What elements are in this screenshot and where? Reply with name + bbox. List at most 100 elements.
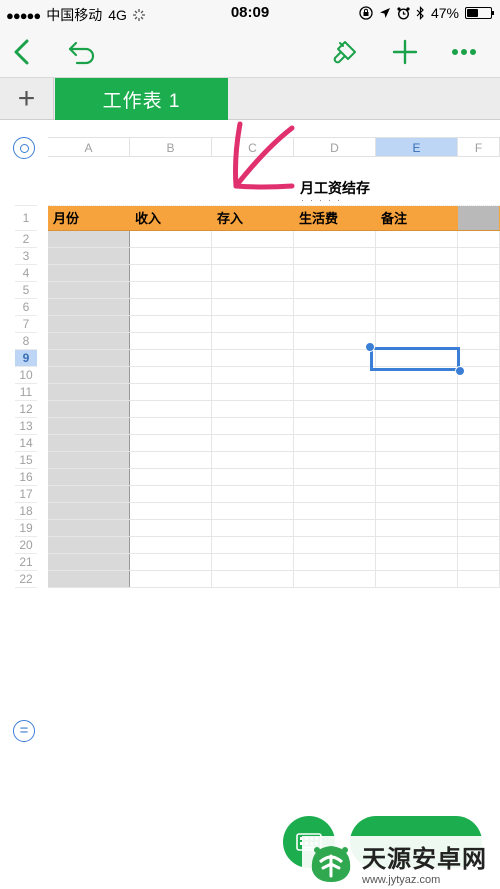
table-cell[interactable]	[48, 452, 130, 468]
table-cell[interactable]	[130, 435, 212, 451]
table-cell[interactable]	[376, 231, 458, 247]
row-header[interactable]: 16	[15, 469, 37, 486]
table-cell[interactable]	[212, 503, 294, 519]
table-cell[interactable]	[458, 316, 500, 332]
row-header[interactable]: 7	[15, 316, 37, 333]
table-cell[interactable]	[130, 452, 212, 468]
table-row[interactable]	[48, 282, 500, 299]
table-cell[interactable]	[130, 571, 212, 587]
table-cell[interactable]	[212, 401, 294, 417]
column-header-f[interactable]: F	[458, 137, 500, 157]
table-cell[interactable]	[376, 469, 458, 485]
selection-handle-top-left[interactable]	[365, 342, 375, 352]
table-cell[interactable]	[130, 367, 212, 383]
table-cell[interactable]	[458, 401, 500, 417]
table-cell[interactable]	[212, 384, 294, 400]
table-cell[interactable]	[130, 469, 212, 485]
table-cell[interactable]	[48, 384, 130, 400]
table-cell[interactable]	[294, 503, 376, 519]
table-cell[interactable]	[458, 299, 500, 315]
header-cell-month[interactable]: 月份	[48, 206, 130, 230]
table-cell[interactable]	[376, 384, 458, 400]
table-cell[interactable]	[130, 316, 212, 332]
formula-button[interactable]: =	[13, 720, 35, 742]
table-cell[interactable]	[294, 367, 376, 383]
table-cell[interactable]	[376, 418, 458, 434]
table-cell[interactable]	[294, 452, 376, 468]
table-cell[interactable]	[376, 503, 458, 519]
header-cell-income[interactable]: 收入	[130, 206, 212, 230]
table-cell[interactable]	[212, 435, 294, 451]
table-cell[interactable]	[458, 418, 500, 434]
add-icon[interactable]	[387, 34, 423, 70]
table-cell[interactable]	[376, 401, 458, 417]
table-cell[interactable]	[458, 231, 500, 247]
table-cell[interactable]	[48, 282, 130, 298]
table-cell[interactable]	[458, 537, 500, 553]
table-cell[interactable]	[458, 452, 500, 468]
table-cell[interactable]	[458, 350, 500, 366]
table-row[interactable]	[48, 418, 500, 435]
table-cell[interactable]	[294, 316, 376, 332]
table-cell[interactable]	[294, 401, 376, 417]
table-row[interactable]	[48, 231, 500, 248]
row-header[interactable]: 10	[15, 367, 37, 384]
table-cell[interactable]	[376, 248, 458, 264]
row-header[interactable]: 21	[15, 554, 37, 571]
selection-handle-bottom-right[interactable]	[455, 366, 465, 376]
table-cell[interactable]	[212, 486, 294, 502]
table-cell[interactable]	[130, 554, 212, 570]
back-icon[interactable]	[4, 34, 40, 70]
table-cell[interactable]	[376, 537, 458, 553]
column-header-d[interactable]: D	[294, 137, 376, 157]
table-cell[interactable]	[130, 486, 212, 502]
table-cell[interactable]	[48, 486, 130, 502]
table-cell[interactable]	[212, 333, 294, 349]
table-cell[interactable]	[48, 333, 130, 349]
row-header[interactable]: 4	[15, 265, 37, 282]
undo-icon[interactable]	[64, 34, 100, 70]
table-cell[interactable]	[294, 231, 376, 247]
table-cell[interactable]	[130, 282, 212, 298]
table-row[interactable]	[48, 401, 500, 418]
table-cell[interactable]	[376, 282, 458, 298]
table-cell[interactable]	[376, 452, 458, 468]
table-cell[interactable]	[212, 469, 294, 485]
table-row[interactable]	[48, 299, 500, 316]
table-cell[interactable]	[48, 231, 130, 247]
table-row[interactable]	[48, 520, 500, 537]
table-cell[interactable]	[458, 282, 500, 298]
row-header[interactable]: 14	[15, 435, 37, 452]
table-cell[interactable]	[212, 282, 294, 298]
table-cell[interactable]	[294, 520, 376, 536]
header-cell-living-expenses[interactable]: 生活费	[294, 206, 376, 230]
table-cell[interactable]	[212, 554, 294, 570]
table-cell[interactable]	[48, 248, 130, 264]
table-cell[interactable]	[294, 486, 376, 502]
table-cell[interactable]	[48, 367, 130, 383]
table-cell[interactable]	[458, 435, 500, 451]
table-row[interactable]	[48, 248, 500, 265]
table-row[interactable]	[48, 554, 500, 571]
table-cell[interactable]	[294, 418, 376, 434]
table-cell[interactable]	[130, 401, 212, 417]
row-header[interactable]: 17	[15, 486, 37, 503]
column-header-a[interactable]: A	[48, 137, 130, 157]
more-icon[interactable]	[446, 34, 482, 70]
table-cell[interactable]	[212, 248, 294, 264]
table-cell[interactable]	[294, 299, 376, 315]
table-cell[interactable]	[294, 282, 376, 298]
table-cell[interactable]	[212, 350, 294, 366]
table-cell[interactable]	[212, 299, 294, 315]
table-cell[interactable]	[212, 265, 294, 281]
table-cell[interactable]	[458, 520, 500, 536]
table-cell[interactable]	[458, 384, 500, 400]
table-cell[interactable]	[48, 265, 130, 281]
table-row[interactable]	[48, 384, 500, 401]
row-header[interactable]: 12	[15, 401, 37, 418]
table-cell[interactable]	[376, 265, 458, 281]
table-cell[interactable]	[130, 265, 212, 281]
table-cell[interactable]	[48, 418, 130, 434]
table-cell[interactable]	[48, 299, 130, 315]
cell-grid[interactable]: 月工资结存 ····· 月份 收入 存入 生活费 备注	[48, 169, 500, 588]
